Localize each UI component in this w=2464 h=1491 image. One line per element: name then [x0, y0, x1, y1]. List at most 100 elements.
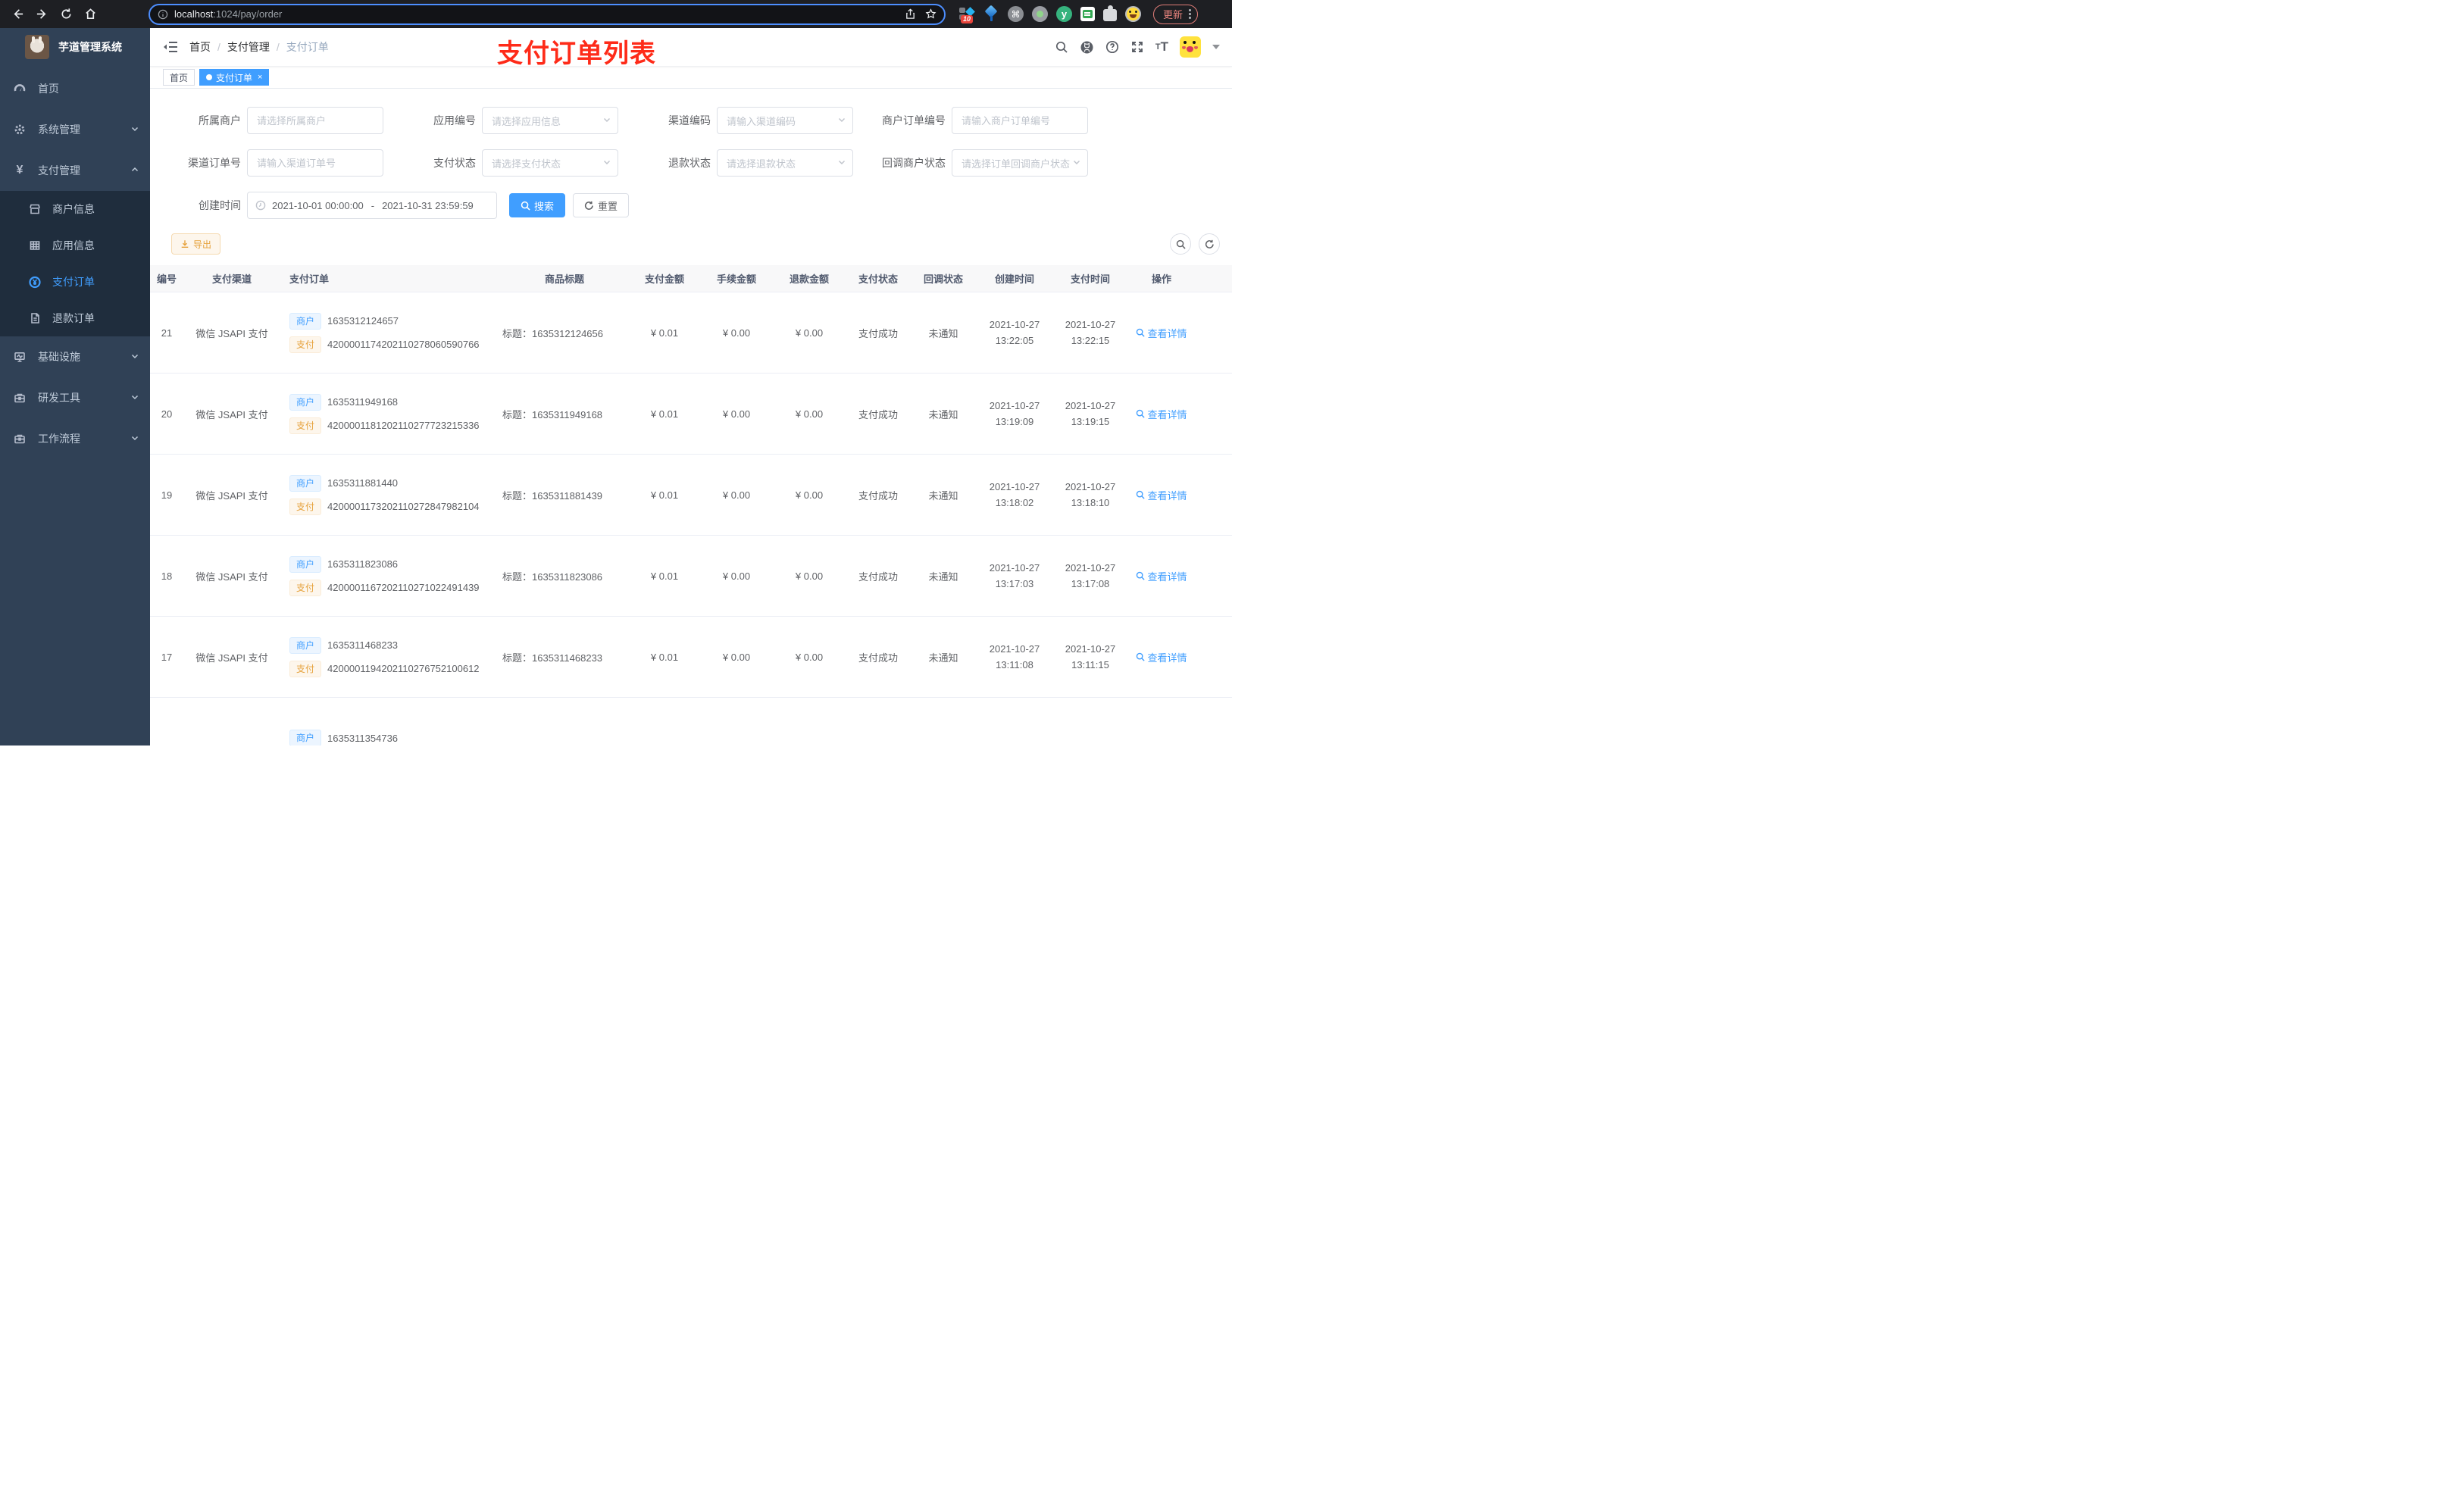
- sidebar-item-merchant-info[interactable]: 商户信息: [0, 191, 150, 227]
- extension-icon-7[interactable]: [1103, 5, 1117, 21]
- breadcrumb-section[interactable]: 支付管理: [227, 39, 270, 55]
- forward-icon[interactable]: [32, 5, 52, 24]
- notify-status-select[interactable]: 请选择订单回调商户状态: [952, 149, 1088, 177]
- cell-fee-amount: ¥ 0.00: [722, 489, 751, 501]
- star-icon[interactable]: [925, 8, 937, 20]
- cell-pay-status: 支付成功: [858, 489, 898, 502]
- pay-order-line: 支付 4200001173202110272847982104: [289, 498, 480, 515]
- sidebar-item-app-info[interactable]: 应用信息: [0, 227, 150, 264]
- cell-title: 标题：1635311949168: [502, 408, 603, 420]
- sidebar-collapse-icon[interactable]: [162, 39, 179, 55]
- cell-pay-order: 商户 1635311881440 支付 42000011732021102728…: [280, 474, 500, 515]
- address-bar[interactable]: localhost:1024/pay/order: [149, 3, 946, 25]
- update-label: 更新: [1163, 9, 1184, 20]
- date-end: 2021-10-31 23:59:59: [382, 199, 474, 211]
- tab-pay-order[interactable]: 支付订单 ×: [199, 69, 270, 86]
- view-detail-link[interactable]: 查看详情: [1136, 569, 1187, 583]
- cell-pay-status: 支付成功: [858, 327, 898, 339]
- fullscreen-icon[interactable]: [1130, 40, 1144, 54]
- close-icon[interactable]: ×: [258, 73, 262, 82]
- view-detail-link[interactable]: 查看详情: [1136, 407, 1187, 421]
- sidebar-item-home[interactable]: 首页: [0, 68, 150, 109]
- more-menu-icon[interactable]: [1189, 9, 1192, 19]
- caret-down-icon[interactable]: [1212, 45, 1220, 49]
- sidebar-item-pay-order[interactable]: 支付订单: [0, 264, 150, 300]
- merchant-order-no: 1635311949168: [327, 396, 399, 408]
- home-icon[interactable]: [80, 5, 100, 24]
- field-label: 退款状态: [668, 157, 711, 169]
- col-id: 编号: [156, 274, 177, 285]
- toggle-search-button[interactable]: [1170, 233, 1191, 255]
- extension-icon-4[interactable]: [1032, 6, 1048, 22]
- page: localhost:1024/pay/order 10 ⌘ y 更新 芋道管理系…: [0, 0, 1232, 746]
- refund-status-select[interactable]: 请选择退款状态: [717, 149, 853, 177]
- reset-button[interactable]: 重置: [573, 193, 630, 217]
- gear-icon: [14, 123, 26, 136]
- avatar[interactable]: [1180, 36, 1201, 58]
- extension-icon-2[interactable]: [983, 5, 999, 22]
- export-button[interactable]: 导出: [171, 233, 221, 255]
- cell-pay-time: 2021-10-27 13:17:08: [1065, 561, 1116, 589]
- sidebar-item-pay[interactable]: ¥ 支付管理: [0, 150, 150, 191]
- browser-toolbar: localhost:1024/pay/order 10 ⌘ y 更新: [0, 0, 1232, 28]
- extension-icon-3[interactable]: ⌘: [1008, 6, 1024, 22]
- extension-icon-1[interactable]: 10: [959, 6, 975, 23]
- site-info-icon[interactable]: [158, 9, 168, 20]
- merchant-tag: 商户: [289, 555, 322, 573]
- app-select[interactable]: 请选择应用信息: [482, 107, 618, 134]
- chevron-down-icon: [130, 351, 139, 363]
- cell-title: 标题：1635311881439: [502, 489, 603, 502]
- chevron-down-icon: [130, 392, 139, 404]
- chevron-down-icon: [602, 115, 611, 127]
- share-icon[interactable]: [905, 8, 916, 20]
- view-detail-link[interactable]: 查看详情: [1136, 650, 1187, 664]
- view-detail-link[interactable]: 查看详情: [1136, 488, 1187, 502]
- cell-fee-amount: ¥ 0.00: [722, 651, 751, 663]
- extension-icon-6[interactable]: [1080, 7, 1095, 21]
- github-icon[interactable]: [1080, 40, 1094, 55]
- sidebar-item-workflow[interactable]: 工作流程: [0, 418, 150, 459]
- create-time-range-picker[interactable]: 2021-10-01 00:00:00 - 2021-10-31 23:59:5…: [247, 192, 497, 219]
- extension-icon-5[interactable]: y: [1056, 6, 1072, 22]
- col-pay-status: 支付状态: [858, 274, 898, 285]
- merchant-order-no: 1635311823086: [327, 558, 399, 570]
- help-icon[interactable]: [1105, 40, 1119, 54]
- search-icon[interactable]: [1055, 40, 1068, 54]
- search-icon: [1176, 239, 1186, 249]
- cell-pay-status: 支付成功: [858, 652, 898, 664]
- tab-home[interactable]: 首页: [163, 69, 195, 86]
- cell-pay-time: 2021-10-27 13:19:15: [1065, 399, 1116, 427]
- table-row: 18 微信 JSAPI 支付 商户 1635311823086 支付 42000…: [150, 536, 1232, 617]
- table-header: 编号 支付渠道 支付订单 商品标题 支付金额 手续金额 退款金额 支付状态 回调…: [150, 265, 1232, 292]
- pay-status-select[interactable]: 请选择支付状态: [482, 149, 618, 177]
- cell-fee-amount: ¥ 0.00: [722, 408, 751, 420]
- extension-icon-8[interactable]: [1125, 6, 1141, 22]
- field-label: 回调商户状态: [882, 157, 946, 169]
- merchant-input[interactable]: [247, 107, 383, 134]
- merchant-order-no-input[interactable]: [952, 107, 1088, 134]
- sidebar-item-refund-order[interactable]: 退款订单: [0, 300, 150, 336]
- chevron-up-icon: [130, 164, 139, 177]
- cell-channel: 微信 JSAPI 支付: [195, 408, 268, 420]
- search-button[interactable]: 搜索: [509, 193, 566, 217]
- cell-notify-status: 未通知: [928, 570, 958, 583]
- table-row: 21 微信 JSAPI 支付 商户 1635312124657 支付 42000…: [150, 292, 1232, 374]
- field-label: 渠道订单号: [188, 157, 241, 169]
- search-form: 所属商户 应用编号 请选择应用信息 渠道编码 请输入渠道编码 商户订单编号: [150, 89, 1232, 219]
- cell-refund-amount: ¥ 0.00: [795, 408, 824, 420]
- back-icon[interactable]: [8, 5, 27, 24]
- channel-order-no-input[interactable]: [247, 149, 383, 177]
- channel-code-select[interactable]: 请输入渠道编码: [717, 107, 853, 134]
- refresh-button[interactable]: [1199, 233, 1220, 255]
- view-detail-link[interactable]: 查看详情: [1136, 326, 1187, 340]
- reload-icon[interactable]: [56, 5, 76, 24]
- browser-update-button[interactable]: 更新: [1153, 4, 1199, 24]
- sidebar-item-infra[interactable]: 基础设施: [0, 336, 150, 377]
- sidebar-item-system[interactable]: 系统管理: [0, 109, 150, 150]
- breadcrumb-home[interactable]: 首页: [189, 39, 211, 55]
- font-size-icon[interactable]: TT: [1155, 39, 1168, 55]
- sidebar-item-devtools[interactable]: 研发工具: [0, 377, 150, 418]
- monitor-icon: [14, 351, 26, 363]
- pay-submenu: 商户信息 应用信息 支付订单 退款订单: [0, 191, 150, 336]
- cell-actions: 查看详情: [1127, 407, 1196, 421]
